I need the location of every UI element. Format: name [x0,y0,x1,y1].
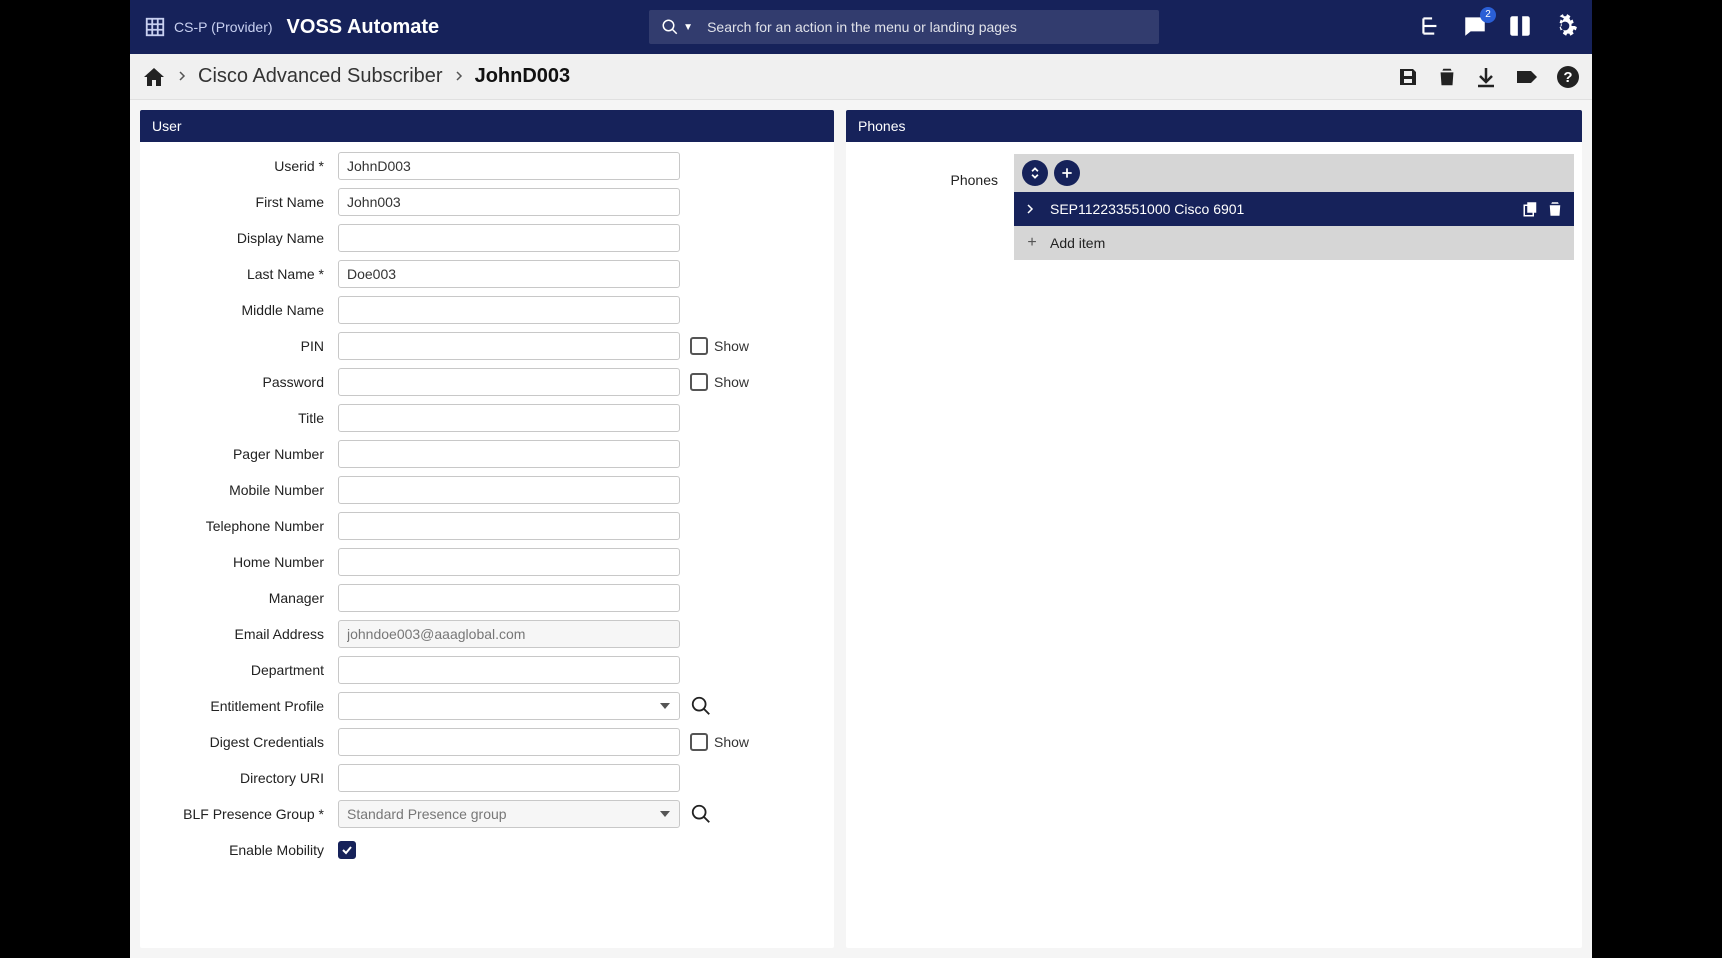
pin-show-checkbox[interactable] [690,337,708,355]
mobile-label: Mobile Number [150,482,338,498]
search-dropdown-caret[interactable]: ▼ [683,22,693,33]
password-label: Password [150,374,338,390]
enable-mobility-checkbox[interactable] [338,841,356,859]
phones-sort-button[interactable] [1022,160,1048,186]
middle-name-input[interactable] [338,296,680,324]
breadcrumb-separator [453,69,465,85]
entitlement-label: Entitlement Profile [150,698,338,714]
digest-show-label: Show [714,734,749,750]
home-label: Home Number [150,554,338,570]
phone-item-label: SEP112233551000 Cisco 6901 [1050,201,1512,217]
save-icon[interactable] [1396,65,1420,89]
breadcrumb-current: JohnD003 [475,65,571,88]
phone-copy-icon[interactable] [1522,200,1540,218]
digest-input[interactable] [338,728,680,756]
breadcrumb-bar: Cisco Advanced Subscriber JohnD003 ? [130,54,1592,100]
messages-icon[interactable]: 2 [1462,13,1488,42]
digest-label: Digest Credentials [150,734,338,750]
svg-text:?: ? [1563,69,1572,86]
last-name-input[interactable] [338,260,680,288]
entitlement-lookup-icon[interactable] [690,695,712,717]
mobile-input[interactable] [338,476,680,504]
phones-add-button[interactable] [1054,160,1080,186]
phones-panel: Phones Phones [846,110,1582,948]
home-icon[interactable] [142,65,166,89]
hierarchy-label: CS-P (Provider) [174,19,273,35]
userid-input[interactable] [338,152,680,180]
user-panel: User Userid * First Name Display Name La… [140,110,834,948]
delete-icon[interactable] [1436,65,1458,89]
email-label: Email Address [150,626,338,642]
password-show-label: Show [714,374,749,390]
export-icon[interactable] [1474,65,1498,89]
breadcrumb-link[interactable]: Cisco Advanced Subscriber [198,65,443,88]
breadcrumb-separator [176,69,188,85]
manager-label: Manager [150,590,338,606]
password-show-checkbox[interactable] [690,373,708,391]
hierarchy-icon [144,16,166,38]
title-label: Title [150,410,338,426]
blf-lookup-icon[interactable] [690,803,712,825]
home-input[interactable] [338,548,680,576]
settings-icon[interactable] [1552,13,1578,42]
add-phone-item[interactable]: + Add item [1014,226,1574,260]
help-icon[interactable]: ? [1556,65,1580,89]
add-item-label: Add item [1050,235,1105,251]
title-input[interactable] [338,404,680,432]
app-header: CS-P (Provider) VOSS Automate ▼ 2 [130,0,1592,54]
department-label: Department [150,662,338,678]
enable-mobility-label: Enable Mobility [150,842,338,858]
telephone-label: Telephone Number [150,518,338,534]
app-title: VOSS Automate [287,16,440,39]
user-panel-header: User [140,110,834,142]
search-input[interactable] [707,19,1147,35]
blf-select[interactable] [338,800,680,828]
pin-input[interactable] [338,332,680,360]
search-icon [661,18,679,36]
digest-show-checkbox[interactable] [690,733,708,751]
department-input[interactable] [338,656,680,684]
dir-uri-input[interactable] [338,764,680,792]
search-bar[interactable]: ▼ [649,10,1159,44]
phones-panel-header: Phones [846,110,1582,142]
password-input[interactable] [338,368,680,396]
pin-label: PIN [150,338,338,354]
transactions-icon[interactable] [1418,13,1444,42]
middle-name-label: Middle Name [150,302,338,318]
display-name-input[interactable] [338,224,680,252]
phone-delete-icon[interactable] [1546,200,1564,218]
first-name-input[interactable] [338,188,680,216]
phone-item[interactable]: SEP112233551000 Cisco 6901 [1014,192,1574,226]
chevron-right-icon [1024,203,1040,215]
last-name-label: Last Name * [150,266,338,282]
blf-label: BLF Presence Group * [150,806,338,822]
pager-label: Pager Number [150,446,338,462]
pager-input[interactable] [338,440,680,468]
plus-icon: + [1024,234,1040,252]
telephone-input[interactable] [338,512,680,540]
pin-show-label: Show [714,338,749,354]
email-input [338,620,680,648]
manager-input[interactable] [338,584,680,612]
tag-icon[interactable] [1514,65,1540,89]
dir-uri-label: Directory URI [150,770,338,786]
phones-label: Phones [854,154,1014,188]
first-name-label: First Name [150,194,338,210]
userid-label: Userid * [150,158,338,174]
entitlement-select[interactable] [338,692,680,720]
hierarchy-selector[interactable]: CS-P (Provider) [144,16,273,38]
display-name-label: Display Name [150,230,338,246]
docs-icon[interactable] [1506,13,1534,42]
messages-badge: 2 [1480,7,1496,23]
